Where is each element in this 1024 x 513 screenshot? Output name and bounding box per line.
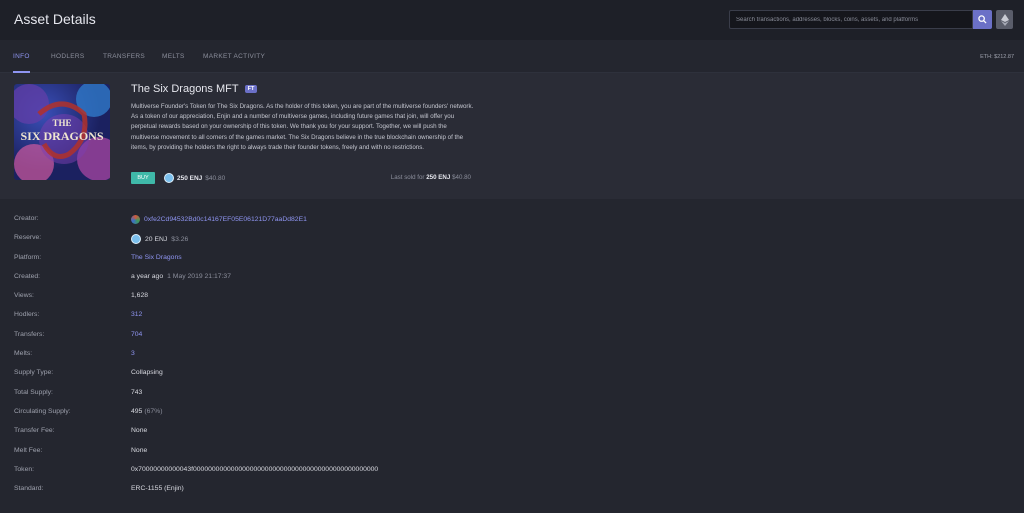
detail-row-created: Created: a year ago 1 May 2019 21:17:37 xyxy=(0,268,1024,287)
detail-label: Creator: xyxy=(14,215,39,222)
last-sold-enj: 250 ENJ xyxy=(426,174,451,181)
asset-name-row: The Six Dragons MFT FT xyxy=(131,83,258,95)
enj-coin-icon xyxy=(131,234,141,245)
detail-label: Hodlers: xyxy=(14,311,40,319)
asset-details-list: Creator: 0xfe2Cd94532Bd0c14167EF05E06121… xyxy=(0,210,1024,499)
tab-market-activity[interactable]: MARKET ACTIVITY xyxy=(203,53,265,60)
detail-row-hodlers: Hodlers: 312 xyxy=(0,306,1024,325)
detail-label: Platform: xyxy=(14,253,42,261)
detail-row-melt-fee: Melt Fee: None xyxy=(0,442,1024,461)
detail-label: Total Supply: xyxy=(14,388,53,396)
detail-row-total-supply: Total Supply: 743 xyxy=(0,384,1024,403)
asset-image-title-line2: SIX DRAGONS xyxy=(20,129,103,143)
circulating-supply-value: 495 xyxy=(131,407,143,415)
detail-row-supply-type: Supply Type: Collapsing xyxy=(0,364,1024,383)
detail-row-reserve: Reserve: 20 ENJ $3.26 xyxy=(0,229,1024,248)
detail-row-platform: Platform: The Six Dragons xyxy=(0,249,1024,268)
creator-avatar xyxy=(131,215,140,224)
detail-label: Created: xyxy=(14,272,41,280)
asset-summary-panel: THE SIX DRAGONS The Six Dragons MFT FT M… xyxy=(0,73,1024,199)
hodlers-link[interactable]: 312 xyxy=(131,311,142,318)
asset-image-title-line1: THE xyxy=(52,118,71,128)
created-date: 1 May 2019 21:17:37 xyxy=(167,272,231,280)
top-header: Asset Details xyxy=(0,0,1024,40)
detail-label: Transfer Fee: xyxy=(14,427,55,435)
network-button[interactable] xyxy=(996,10,1013,29)
buy-button[interactable]: BUY xyxy=(131,172,155,184)
detail-label: Views: xyxy=(14,292,34,300)
search-icon xyxy=(978,15,987,24)
asset-tabs: INFO HODLERS TRANSFERS MELTS MARKET ACTI… xyxy=(0,40,1024,73)
detail-label: Circulating Supply: xyxy=(14,407,71,415)
tab-transfers[interactable]: TRANSFERS xyxy=(103,53,145,60)
search-bar xyxy=(729,10,992,29)
asset-name: The Six Dragons MFT xyxy=(131,83,239,95)
circulating-supply-percent: (67%) xyxy=(144,407,163,415)
last-sold-prefix: Last sold for xyxy=(390,174,425,181)
views-value: 1,628 xyxy=(131,292,149,300)
page-title: Asset Details xyxy=(14,11,96,27)
transfer-fee-value: None xyxy=(131,427,148,435)
detail-row-views: Views: 1,628 xyxy=(0,287,1024,306)
search-button[interactable] xyxy=(973,10,992,29)
tab-hodlers[interactable]: HODLERS xyxy=(51,53,85,60)
tab-melts[interactable]: MELTS xyxy=(162,53,185,60)
standard-value: ERC-1155 (Enjin) xyxy=(131,485,184,493)
detail-label: Melt Fee: xyxy=(14,446,43,454)
detail-label: Melts: xyxy=(14,350,33,358)
detail-row-transfers: Transfers: 704 xyxy=(0,326,1024,345)
detail-label: Reserve: xyxy=(14,234,42,242)
melt-fee-value: None xyxy=(131,446,148,454)
last-sold: Last sold for 250 ENJ $40.80 xyxy=(391,174,471,181)
asset-price: 250 ENJ $40.80 xyxy=(164,173,225,183)
detail-label: Supply Type: xyxy=(14,369,54,377)
fungible-token-badge: FT xyxy=(244,85,258,93)
asset-description: Multiverse Founder's Token for The Six D… xyxy=(131,103,474,151)
eth-price: ETH: $212.87 xyxy=(980,54,1014,60)
price-usd: $40.80 xyxy=(205,174,226,182)
ethereum-icon xyxy=(1000,13,1009,26)
melts-link[interactable]: 3 xyxy=(131,350,135,357)
detail-row-token: Token: 0x70000000000043f0000000000000000… xyxy=(0,461,1024,480)
detail-label: Standard: xyxy=(14,485,44,493)
enj-coin-icon xyxy=(164,173,174,183)
token-id-value: 0x70000000000043f00000000000000000000000… xyxy=(131,465,379,473)
total-supply-value: 743 xyxy=(131,388,143,396)
detail-row-circulating-supply: Circulating Supply: 495 (67%) xyxy=(0,403,1024,422)
transfers-link[interactable]: 704 xyxy=(131,331,142,338)
platform-link[interactable]: The Six Dragons xyxy=(131,254,182,261)
creator-address-link[interactable]: 0xfe2Cd94532Bd0c14167EF05E06121D77aaDd82… xyxy=(144,216,307,223)
supply-type-value: Collapsing xyxy=(131,369,163,377)
detail-row-standard: Standard: ERC-1155 (Enjin) xyxy=(0,480,1024,499)
reserve-usd: $3.26 xyxy=(171,235,189,243)
price-enj: 250 ENJ xyxy=(177,174,203,182)
last-sold-usd: $40.80 xyxy=(452,174,471,181)
detail-row-transfer-fee: Transfer Fee: None xyxy=(0,422,1024,441)
detail-label: Transfers: xyxy=(14,330,45,338)
created-relative: a year ago xyxy=(131,272,164,280)
reserve-enj: 20 ENJ xyxy=(145,235,168,243)
detail-label: Token: xyxy=(14,465,35,473)
search-input[interactable] xyxy=(729,10,973,29)
detail-row-melts: Melts: 3 xyxy=(0,345,1024,364)
asset-image: THE SIX DRAGONS xyxy=(14,84,110,180)
detail-row-creator: Creator: 0xfe2Cd94532Bd0c14167EF05E06121… xyxy=(0,210,1024,229)
tab-info[interactable]: INFO xyxy=(13,53,30,60)
